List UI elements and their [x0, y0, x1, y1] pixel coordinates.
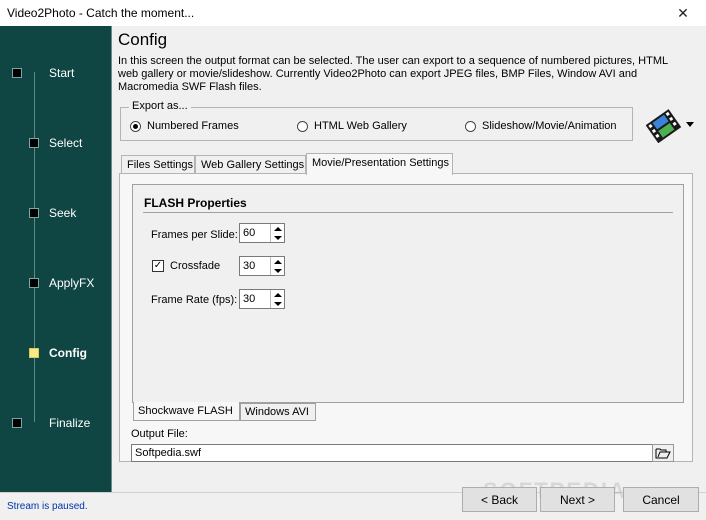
next-button-label: Next >	[559, 492, 595, 507]
crossfade-label: Crossfade	[170, 260, 221, 272]
format-dropdown-button[interactable]	[645, 109, 698, 144]
movie-settings-panel: FLASH Properties Frames per Slide: 60 ✓ …	[119, 173, 693, 462]
tab-files-settings[interactable]: Files Settings	[121, 155, 195, 175]
spin-up-button[interactable]	[271, 224, 284, 233]
page-description: In this screen the output format can be …	[118, 55, 668, 93]
browse-button[interactable]	[652, 444, 674, 462]
sidebar-item-applyfx[interactable]: ApplyFX	[0, 273, 112, 293]
sidebar-item-finalize[interactable]: Finalize	[0, 413, 112, 433]
radio-indicator	[130, 120, 141, 132]
spinner-buttons	[270, 290, 284, 308]
spin-down-button[interactable]	[271, 299, 284, 308]
spinner-buttons	[270, 257, 284, 275]
subtab-label: Windows AVI	[245, 406, 309, 418]
step-marker	[29, 208, 39, 218]
cancel-button-label: Cancel	[642, 492, 680, 507]
client-area: Start Select Seek ApplyFX Config Finaliz…	[0, 26, 706, 520]
frame-rate-label: Frame Rate (fps):	[151, 294, 238, 306]
sidebar-item-label: Config	[49, 346, 87, 360]
crossfade-spinner[interactable]: 30	[239, 256, 285, 276]
sidebar-item-label: ApplyFX	[49, 276, 95, 290]
step-marker	[29, 278, 39, 288]
output-file-label: Output File:	[131, 428, 188, 440]
radio-html-web-gallery[interactable]: HTML Web Gallery	[297, 120, 407, 132]
step-marker	[12, 418, 22, 428]
frames-per-slide-spinner[interactable]: 60	[239, 223, 285, 243]
radio-slideshow-movie[interactable]: Slideshow/Movie/Animation	[465, 120, 617, 132]
sidebar-item-label: Start	[49, 66, 75, 80]
status-text: Stream is paused.	[7, 501, 88, 512]
spin-up-button[interactable]	[271, 290, 284, 299]
flash-properties-frame: FLASH Properties Frames per Slide: 60 ✓ …	[132, 184, 684, 403]
export-group-legend: Export as...	[129, 100, 191, 112]
radio-label: Numbered Frames	[147, 120, 239, 132]
sidebar-item-label: Finalize	[49, 416, 91, 430]
tab-label: Web Gallery Settings	[201, 159, 305, 171]
spin-up-button[interactable]	[271, 257, 284, 266]
tab-web-gallery-settings[interactable]: Web Gallery Settings	[195, 155, 306, 175]
tab-movie-presentation-settings[interactable]: Movie/Presentation Settings	[306, 153, 453, 175]
window-title: Video2Photo - Catch the moment...	[7, 6, 195, 20]
chevron-down-icon	[686, 122, 694, 127]
crossfade-checkbox[interactable]: ✓	[152, 260, 164, 272]
close-icon: ✕	[677, 4, 689, 21]
spinner-value: 30	[243, 260, 256, 272]
arrow-down-icon	[273, 301, 282, 306]
wizard-sidebar: Start Select Seek ApplyFX Config Finaliz…	[0, 26, 112, 492]
page-title: Config	[118, 30, 168, 49]
folder-open-icon	[655, 448, 671, 459]
sidebar-item-seek[interactable]: Seek	[0, 203, 112, 223]
back-button-label: < Back	[480, 492, 519, 507]
frames-per-slide-label: Frames per Slide:	[151, 229, 238, 241]
sidebar-item-label: Seek	[49, 206, 77, 220]
radio-indicator	[297, 120, 308, 132]
arrow-up-icon	[273, 292, 282, 297]
close-button[interactable]: ✕	[660, 0, 706, 26]
back-button[interactable]: < Back	[462, 487, 537, 512]
radio-indicator	[465, 120, 476, 132]
sidebar-item-select[interactable]: Select	[0, 133, 112, 153]
next-button[interactable]: Next >	[540, 487, 615, 512]
arrow-up-icon	[273, 259, 282, 264]
arrow-down-icon	[273, 235, 282, 240]
arrow-up-icon	[273, 226, 282, 231]
check-icon: ✓	[153, 260, 163, 271]
radio-numbered-frames[interactable]: Numbered Frames	[130, 120, 239, 132]
tab-label: Movie/Presentation Settings	[312, 157, 449, 169]
step-marker	[12, 68, 22, 78]
sidebar-item-config[interactable]: Config	[0, 343, 112, 363]
section-divider	[143, 212, 673, 213]
radio-label: HTML Web Gallery	[314, 120, 407, 132]
cancel-button[interactable]: Cancel	[623, 487, 699, 512]
step-marker	[29, 138, 39, 148]
radio-label: Slideshow/Movie/Animation	[482, 120, 617, 132]
spinner-value: 60	[243, 227, 256, 239]
title-bar: Video2Photo - Catch the moment... ✕	[0, 0, 706, 26]
spin-down-button[interactable]	[271, 233, 284, 242]
output-file-input[interactable]: Softpedia.swf	[131, 444, 674, 462]
subtab-shockwave-flash[interactable]: Shockwave FLASH	[133, 402, 240, 421]
sidebar-item-start[interactable]: Start	[0, 63, 112, 83]
arrow-down-icon	[273, 268, 282, 273]
step-marker-active	[29, 348, 39, 358]
subtab-label: Shockwave FLASH	[138, 405, 233, 417]
sidebar-connector-line	[34, 72, 35, 422]
flash-properties-title: FLASH Properties	[144, 196, 247, 210]
film-strip-icon	[645, 109, 694, 144]
spinner-buttons	[270, 224, 284, 242]
subtab-windows-avi[interactable]: Windows AVI	[240, 403, 316, 421]
spinner-value: 30	[243, 293, 256, 305]
spin-down-button[interactable]	[271, 266, 284, 275]
sidebar-item-label: Select	[49, 136, 83, 150]
tab-label: Files Settings	[127, 159, 194, 171]
export-as-group: Export as... Numbered Frames HTML Web Ga…	[120, 100, 633, 141]
frame-rate-spinner[interactable]: 30	[239, 289, 285, 309]
